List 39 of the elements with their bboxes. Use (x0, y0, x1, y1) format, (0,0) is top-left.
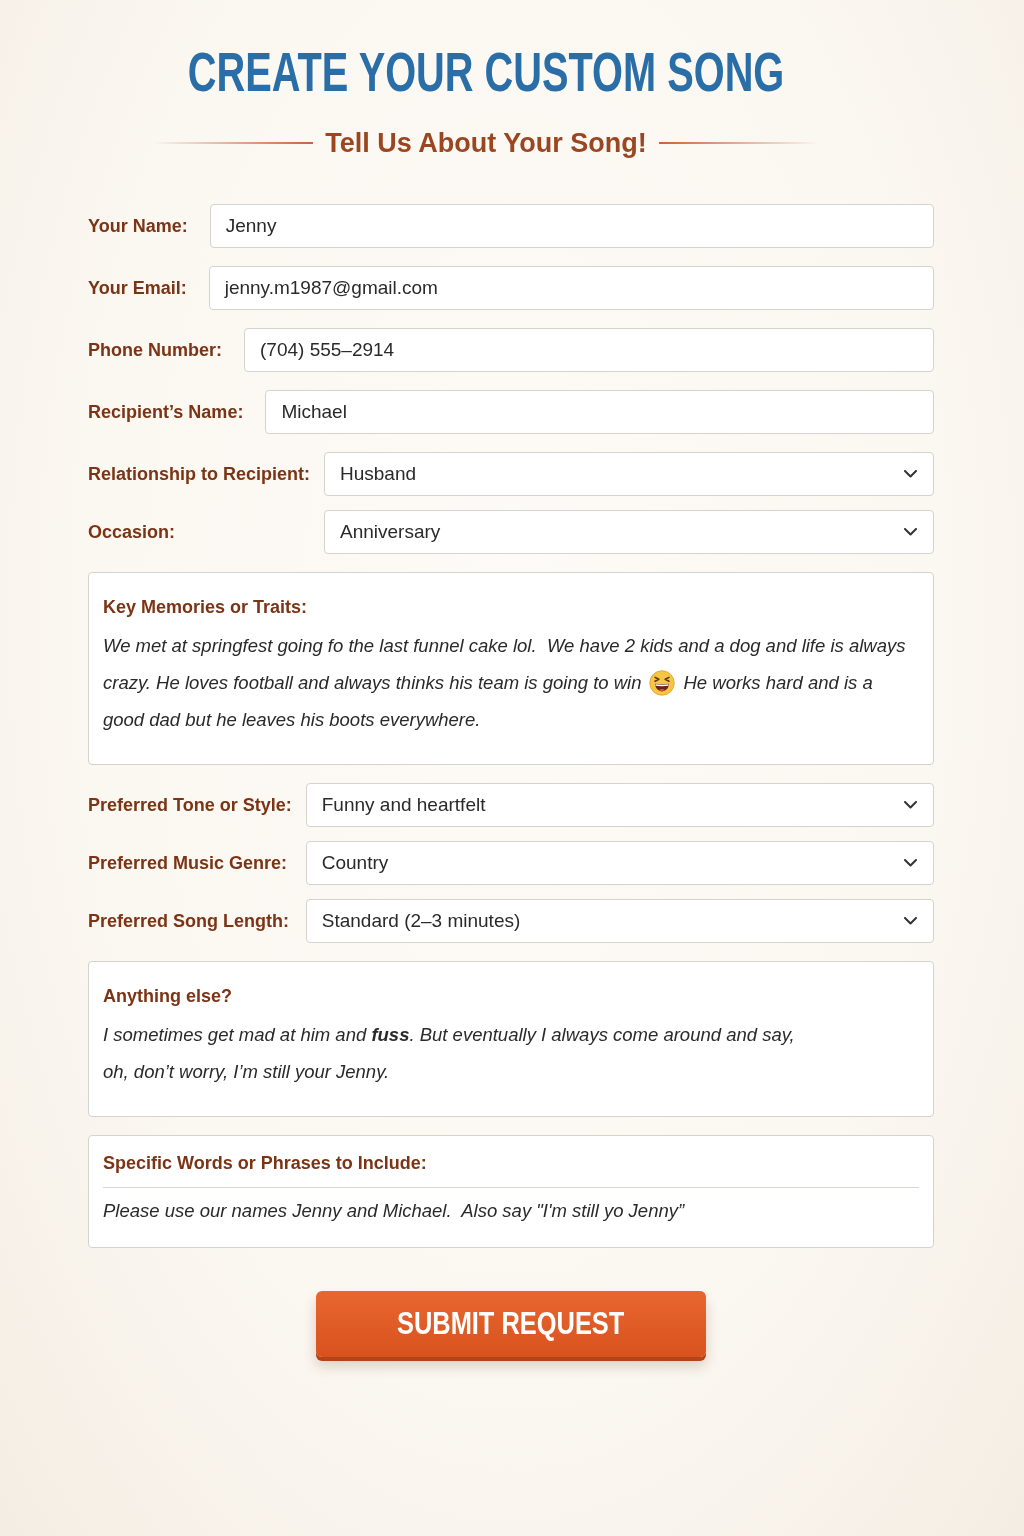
text-field[interactable]: Michael (265, 390, 934, 434)
text-area-value: I sometimes get mad at him and fuss. But eventually I always come around and say, (103, 1022, 795, 1047)
chevron-down-icon (904, 859, 917, 867)
text-area-value: good dad but he leaves his boots everywhere. (103, 707, 481, 732)
chevron-down-icon (904, 470, 917, 478)
field-label: Preferred Music Genre: (88, 852, 288, 874)
page-subtitle: Tell Us About Your Song! (325, 127, 647, 160)
field-label: Key Memories or Traits: (103, 596, 308, 619)
field-label: Your Email: (88, 277, 187, 299)
chevron-down-icon (904, 917, 917, 925)
text-field[interactable]: Jenny (209, 204, 934, 248)
laughing-face-icon (649, 669, 676, 696)
dropdown-field[interactable]: Husband (324, 452, 934, 496)
text-field[interactable]: jenny.m1987@gmail.com (208, 266, 934, 310)
field-label: Relationship to Recipient: (88, 463, 310, 485)
chevron-down-icon (904, 528, 917, 536)
text-field[interactable]: (704) 555–2914 (244, 328, 934, 372)
dropdown-field[interactable]: Anniversary (324, 510, 934, 554)
field-label: Your Name: (88, 215, 188, 237)
text-area-value: Please use our names Jenny and Michael. Also say "I'm still yo Jenny” (103, 1198, 685, 1223)
field-label: Occasion: (88, 521, 176, 543)
text-area[interactable]: Anything else? I sometimes get mad at him and fuss. But eventually I always come around and say, oh, don’t worry, I’m still your Jenny. (88, 961, 934, 1117)
text-area-value: He works hard and is a (683, 670, 873, 695)
chevron-down-icon (904, 801, 917, 809)
text-area[interactable]: Specific Words or Phrases to Include: Please use our names Jenny and Michael. Also say "I'm still yo Jenny” (88, 1135, 934, 1248)
field-label: Anything else? (103, 985, 232, 1008)
field-label: Specific Words or Phrases to Include: (103, 1152, 427, 1175)
field-label: Preferred Tone or Style: (88, 794, 292, 816)
text-area-value: oh, don’t worry, I’m still your Jenny. (103, 1059, 390, 1084)
dropdown-field[interactable]: Funny and heartfelt (305, 783, 934, 827)
text-area-value: crazy. He loves football and always thinks his team is going to win (103, 670, 642, 695)
field-label: Phone Number: (88, 339, 222, 361)
dropdown-field[interactable]: Standard (2–3 minutes) (305, 899, 934, 943)
field-label: Preferred Song Length: (88, 910, 289, 932)
page-title: CREATE YOUR CUSTOM SONG (187, 40, 785, 104)
text-area[interactable] (88, 572, 934, 765)
text-area-value: We met at springfest going fo the last funnel cake lol. We have 2 kids and a dog and life is always (103, 633, 906, 658)
field-label: Recipient’s Name: (88, 401, 244, 423)
dropdown-field[interactable]: Country (305, 841, 934, 885)
